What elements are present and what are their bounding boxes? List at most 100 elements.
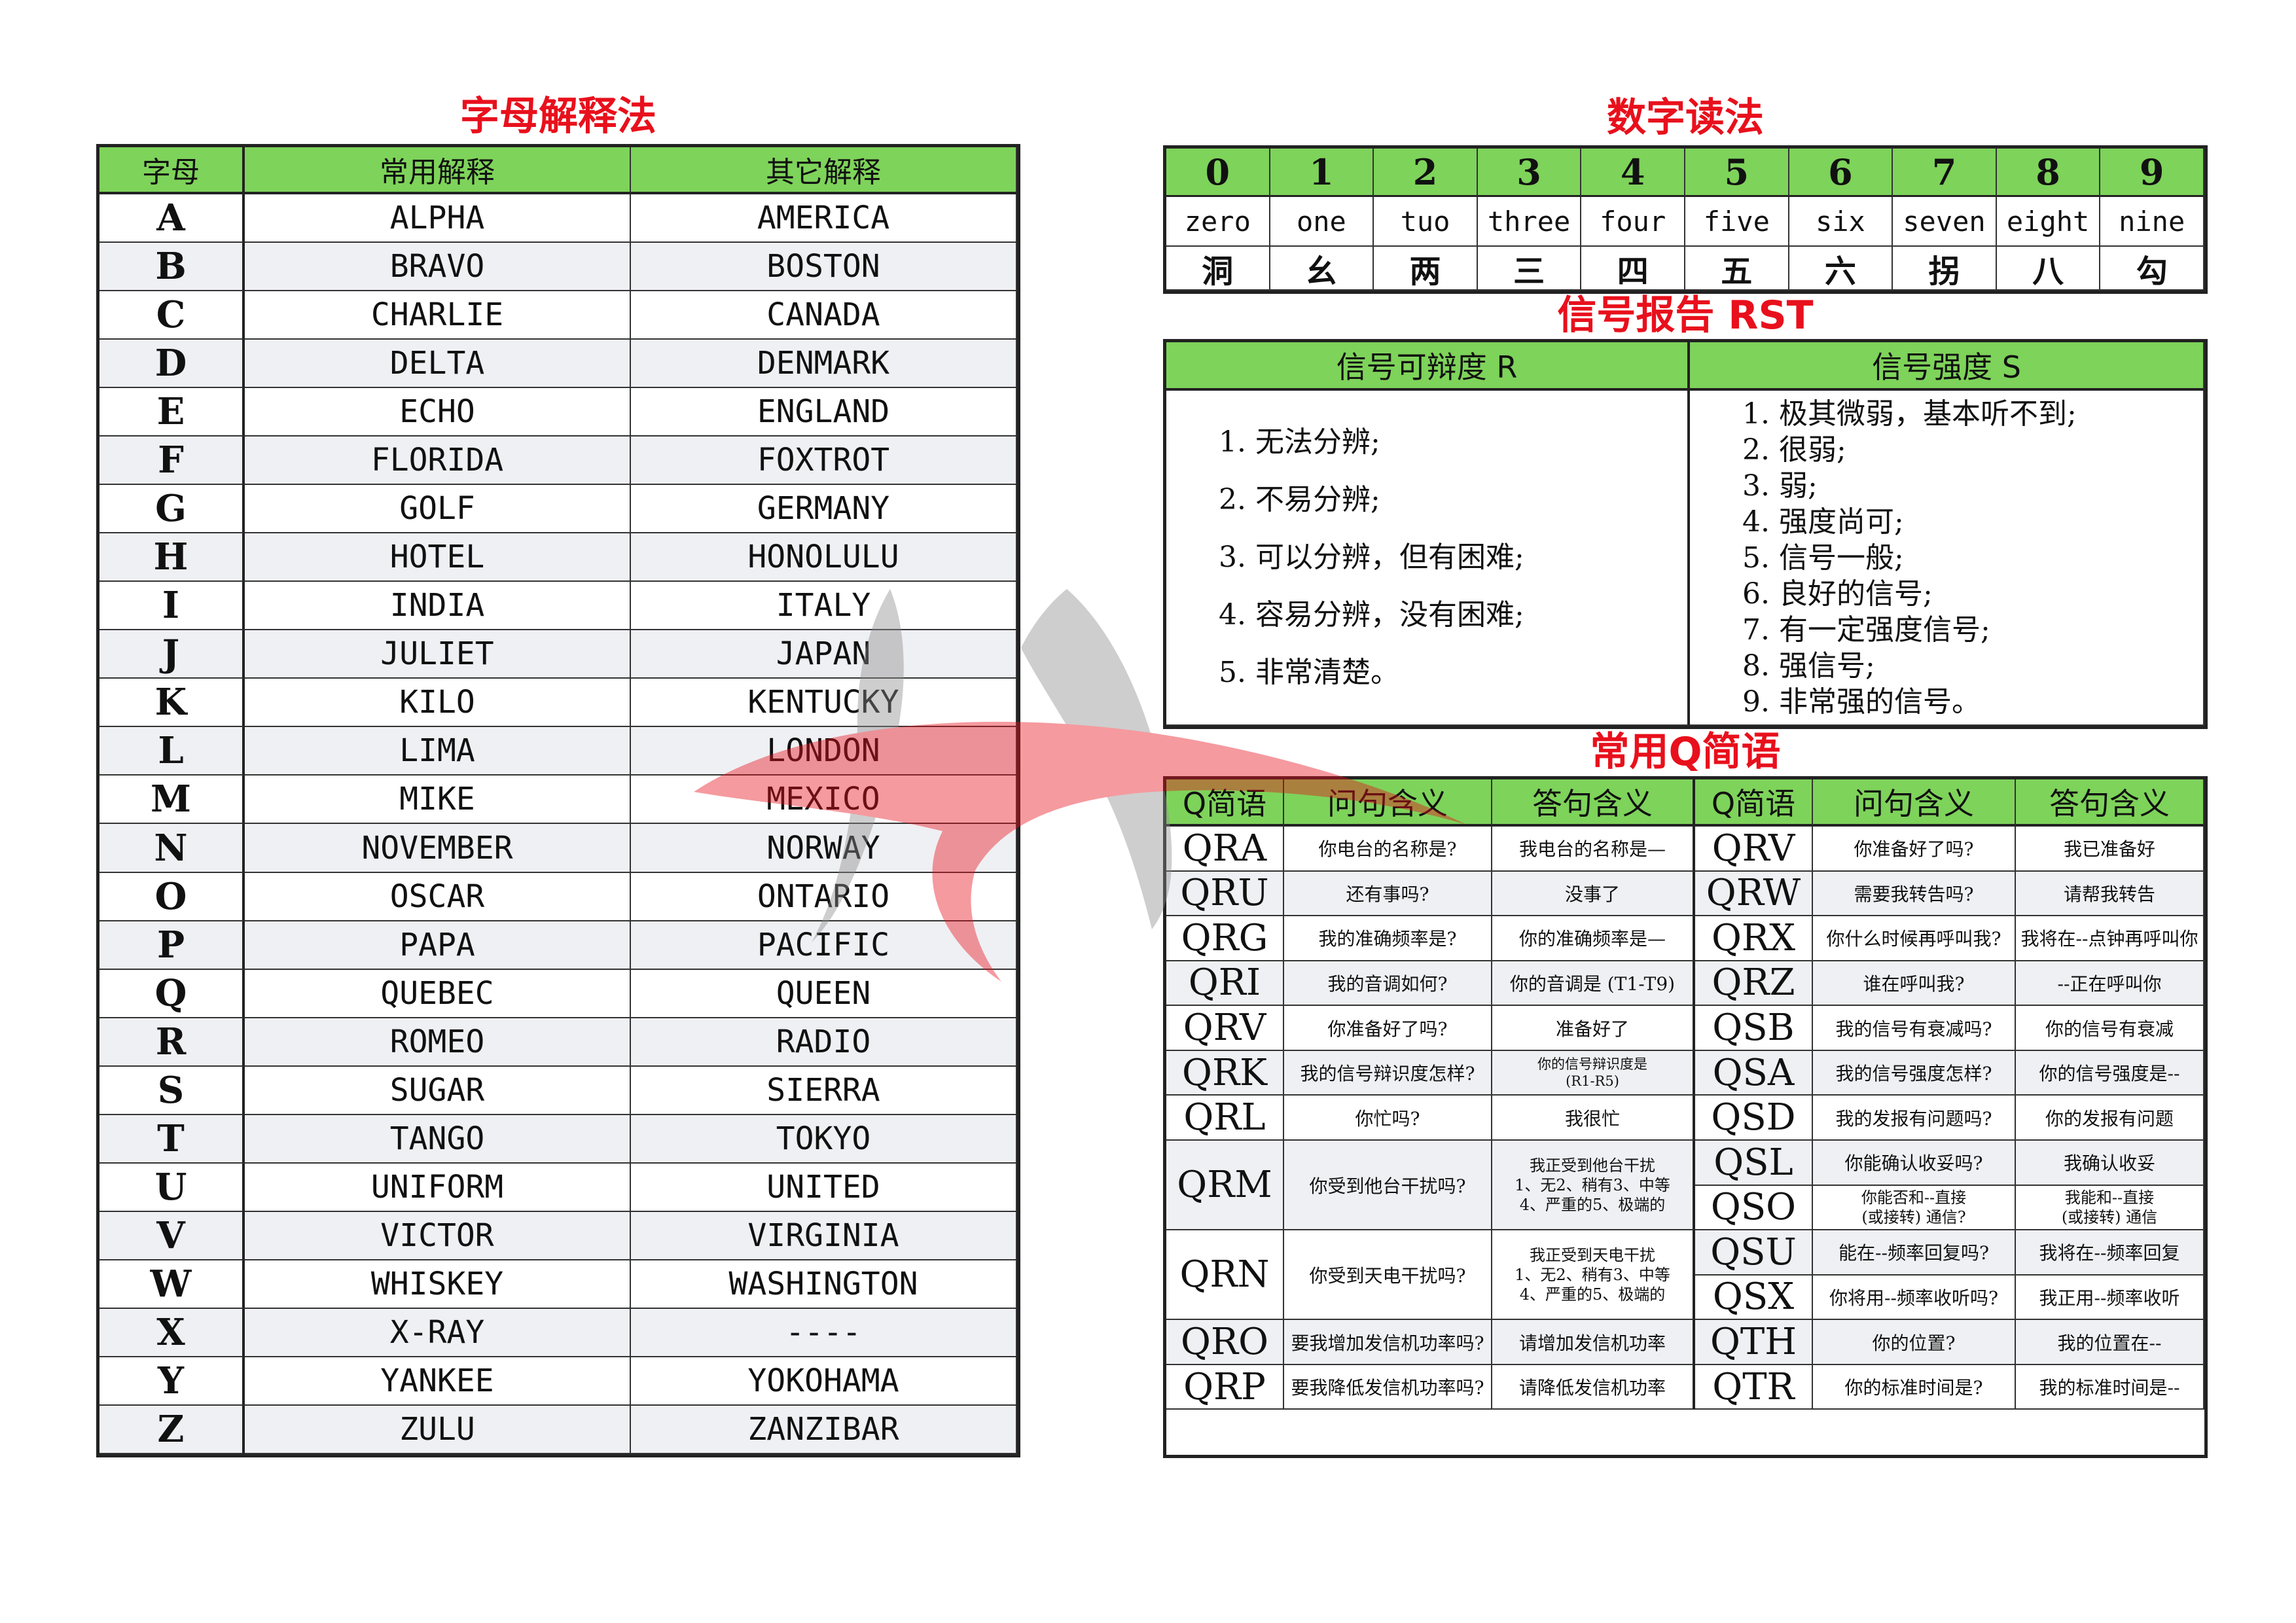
common-word-cell: KILO (245, 679, 631, 728)
letter-cell: W (99, 1260, 245, 1309)
qcode-right-question: 你的标准时间是? (1813, 1364, 2016, 1410)
qcode-right-question: 你什么时候再呼叫我? (1813, 916, 2016, 961)
common-word-cell: ROMEO (245, 1018, 631, 1067)
digit-cell: 0 (1166, 149, 1270, 197)
other-word-cell: ITALY (631, 582, 1017, 631)
readability-list: 1. 无法分辨; 2. 不易分辨; 3. 可以分辨，但有困难; 4. 容易分辨，没有困… (1166, 391, 1690, 726)
qcode-left-question: 你受到他台干扰吗? (1284, 1140, 1492, 1231)
qcode-right-question: 你将用--频率收听吗? (1813, 1275, 2016, 1321)
strength-item: 8. 强信号; (1742, 649, 1875, 683)
qcode-right-question: 谁在呼叫我? (1813, 961, 2016, 1007)
other-word-cell: BOSTON (631, 243, 1017, 292)
text-line: 4、严重的5、极端的 (1519, 1285, 1666, 1304)
digit-chinese-cell: 勾 (2100, 247, 2204, 291)
qcode-left-code: QRG (1166, 916, 1284, 961)
qcode-right-code: QSX (1695, 1275, 1813, 1321)
qcode-left-answer: 请增加发信机功率 (1492, 1320, 1695, 1365)
readability-item: 2. 不易分辨; (1219, 483, 1380, 516)
qcode-left-question: 你受到天电干扰吗? (1284, 1230, 1492, 1321)
common-word-cell: HOTEL (245, 533, 631, 582)
qcode-left-answer: 我很忙 (1492, 1096, 1695, 1141)
digit-chinese-cell: 六 (1789, 247, 1893, 291)
text-line: (或接转) 通信 (2061, 1207, 2158, 1226)
qcode-left-code: QRA (1166, 827, 1284, 872)
qcode-left-answer: 请降低发信机功率 (1492, 1364, 1695, 1410)
strength-item: 5. 信号一般; (1742, 541, 1904, 575)
digit-cell: 4 (1581, 149, 1685, 197)
other-word-cell: QUEEN (631, 969, 1017, 1018)
digit-cell: 2 (1374, 149, 1478, 197)
letter-cell: S (99, 1066, 245, 1115)
letter-cell: C (99, 291, 245, 340)
digit-english-cell: zero (1166, 197, 1270, 247)
digit-chinese-cell: 洞 (1166, 247, 1270, 291)
text-line: 4、严重的5、极端的 (1519, 1195, 1666, 1214)
strength-list: 1. 极其微弱，基本听不到; 2. 很弱; 3. 弱; 4. 强度尚可; 5. 信号一般… (1690, 391, 2204, 726)
letter-cell: D (99, 340, 245, 389)
common-word-cell: OSCAR (245, 872, 631, 921)
qcode-right-code: QRX (1695, 916, 1813, 961)
common-word-cell: WHISKEY (245, 1260, 631, 1309)
common-word-cell: JULIET (245, 630, 631, 679)
digit-chinese-cell: 幺 (1270, 247, 1374, 291)
other-word-cell: UNITED (631, 1163, 1017, 1212)
alphabet-title: 字母解释法 (460, 94, 656, 139)
letter-cell: M (99, 776, 245, 825)
letter-cell: J (99, 630, 245, 679)
digit-english-cell: one (1270, 197, 1374, 247)
letter-cell: Y (99, 1357, 245, 1406)
common-word-cell: TANGO (245, 1115, 631, 1164)
common-word-cell: BRAVO (245, 243, 631, 292)
common-word-cell: SUGAR (245, 1066, 631, 1115)
qcode-right-code: QSB (1695, 1006, 1813, 1051)
other-word-cell: HONOLULU (631, 533, 1017, 582)
qcode-right-answer: 我正用--频率收听 (2016, 1275, 2204, 1321)
other-word-cell: VIRGINIA (631, 1211, 1017, 1260)
numbers-title: 数字读法 (1607, 95, 1764, 141)
digit-cell: 5 (1685, 149, 1789, 197)
other-word-cell: RADIO (631, 1018, 1017, 1067)
letter-cell: X (99, 1308, 245, 1357)
qcode-right-answer: 我能和--直接 (或接转) 通信 (2016, 1185, 2204, 1231)
readability-item: 3. 可以分辨，但有困难; (1219, 541, 1524, 574)
letter-cell: H (99, 533, 245, 582)
qcode-left-code: QRK (1166, 1050, 1284, 1096)
other-word-cell: TOKYO (631, 1115, 1017, 1164)
common-word-cell: INDIA (245, 582, 631, 631)
qcode-right-code: QSA (1695, 1050, 1813, 1096)
other-word-cell: FOXTROT (631, 437, 1017, 486)
other-word-cell: ---- (631, 1308, 1017, 1357)
logo-gray-right-stroke (1021, 589, 1172, 929)
common-word-cell: NOVEMBER (245, 824, 631, 873)
qcode-left-code: QRI (1166, 961, 1284, 1007)
qcodes-title: 常用Q简语 (1590, 729, 1781, 775)
qcode-right-answer: 你的发报有问题 (2016, 1096, 2204, 1141)
letter-cell: I (99, 582, 245, 631)
qcode-left-code: QRL (1166, 1096, 1284, 1141)
rst-header-strength: 信号强度 S (1690, 342, 2204, 391)
qcode-left-code: QRP (1166, 1364, 1284, 1410)
qcode-right-answer: 请帮我转告 (2016, 871, 2204, 917)
strength-item: 1. 极其微弱，基本听不到; (1742, 397, 2077, 431)
other-word-cell: ENGLAND (631, 388, 1017, 437)
common-word-cell: UNIFORM (245, 1163, 631, 1212)
letter-cell: L (99, 727, 245, 776)
digit-chinese-cell: 四 (1581, 247, 1685, 291)
qcode-left-answer: 你的信号辩识度是 (R1-R5) (1492, 1050, 1695, 1096)
letter-cell: A (99, 194, 245, 243)
rst-table: 信号可辩度 R 信号强度 S 1. 无法分辨; 2. 不易分辨; 3. 可以分辨，但… (1163, 339, 2208, 729)
qcode-right-code: QTH (1695, 1320, 1813, 1365)
text-line: 我正受到他台干扰 (1530, 1156, 1655, 1175)
text-line: 我正受到天电干扰 (1530, 1245, 1655, 1264)
qcode-left-question: 你准备好了吗? (1284, 1006, 1492, 1051)
common-word-cell: PAPA (245, 921, 631, 970)
qcode-left-answer: 没事了 (1492, 871, 1695, 917)
strength-item: 4. 强度尚可; (1742, 505, 1904, 539)
digit-cell: 6 (1789, 149, 1893, 197)
qcode-left-code: QRO (1166, 1320, 1284, 1365)
digit-cell: 7 (1893, 149, 1997, 197)
digit-english-cell: nine (2100, 197, 2204, 247)
qcode-left-code: QRV (1166, 1006, 1284, 1051)
common-word-cell: X-RAY (245, 1308, 631, 1357)
other-word-cell: ZANZIBAR (631, 1405, 1017, 1454)
